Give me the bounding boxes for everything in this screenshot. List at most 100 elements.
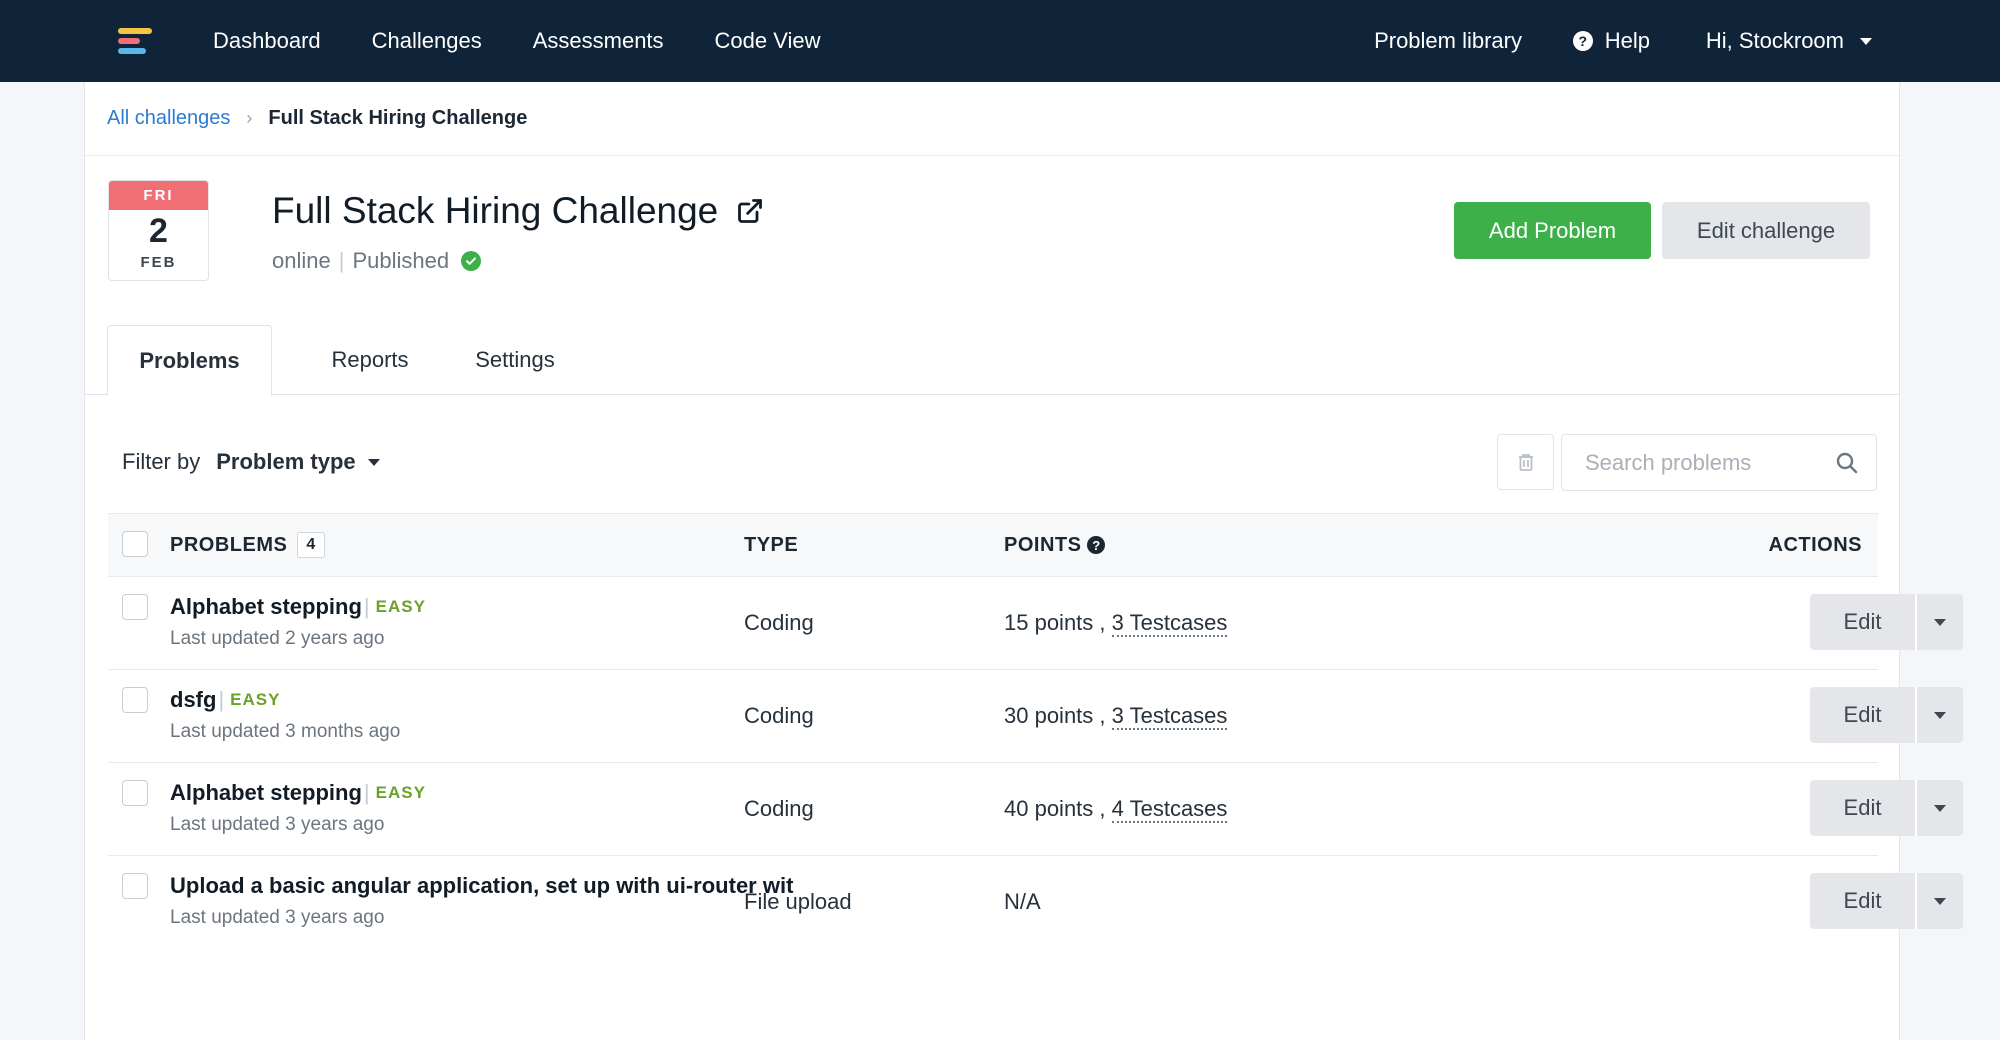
nav-problem-library[interactable]: Problem library [1374,28,1522,54]
last-updated: Last updated 3 years ago [170,907,385,928]
testcases-link[interactable]: 3 Testcases [1111,610,1228,637]
edit-button-group: Edit [1810,780,1963,836]
edit-button-group: Edit [1810,594,1963,650]
nav-assessments[interactable]: Assessments [533,28,664,54]
last-updated: Last updated 3 years ago [170,814,385,835]
date-number: 2 [149,212,168,250]
caret-down-icon [1933,618,1946,626]
help-label: Help [1604,28,1650,53]
caret-down-icon[interactable] [367,458,380,466]
edit-challenge-button[interactable]: Edit challenge [1662,202,1870,259]
problem-name[interactable]: dsfg | EASY [170,687,280,713]
caret-down-icon [1933,711,1946,719]
problem-name[interactable]: Alphabet stepping | EASY [170,780,426,806]
problem-type: Coding [744,610,814,635]
search-box [1561,434,1877,491]
difficulty-badge: EASY [375,597,426,616]
challenge-card: All challenges › Full Stack Hiring Chall… [84,82,1963,1040]
problem-points: 40 points , 4 Testcases [1004,796,1228,823]
problem-title[interactable]: Upload a basic angular application, set … [170,873,793,899]
problem-points: 30 points , 3 Testcases [1004,703,1228,730]
edit-button[interactable]: Edit [1810,780,1915,836]
testcases-link[interactable]: 4 Testcases [1111,796,1228,823]
date-day: FRI [109,181,208,210]
last-updated: Last updated 2 years ago [170,628,385,649]
main-nav: Dashboard Challenges Assessments Code Vi… [213,0,872,82]
header-problems: PROBLEMS 4 [170,514,325,576]
problem-type: Coding [744,703,814,728]
delete-button[interactable] [1497,434,1554,490]
edit-dropdown-toggle[interactable] [1915,687,1962,743]
help-icon[interactable]: ? [1087,536,1106,554]
search-icon[interactable] [1836,452,1858,474]
header-points: POINTS ? [1004,514,1106,576]
tab-reports[interactable]: Reports [300,325,440,395]
user-menu[interactable]: Hi, Stockroom [1706,28,1872,54]
row-checkbox[interactable] [122,873,148,899]
breadcrumb-all-challenges[interactable]: All challenges [107,107,230,130]
nav-dashboard[interactable]: Dashboard [213,28,321,54]
nav-code-view[interactable]: Code View [715,28,821,54]
last-updated: Last updated 3 months ago [170,721,401,742]
problem-type-dropdown[interactable]: Problem type [216,449,355,475]
problem-name[interactable]: Alphabet stepping | EASY [170,594,426,620]
edit-dropdown-toggle[interactable] [1915,780,1962,836]
tab-settings[interactable]: Settings [440,325,590,395]
challenge-title: Full Stack Hiring Challenge [272,190,719,231]
divider: | [363,594,370,619]
problem-points: 15 points , 3 Testcases [1004,610,1228,637]
row-checkbox[interactable] [122,594,148,620]
divider: | [338,248,345,273]
filter-label: Filter by [122,449,201,474]
problem-name[interactable]: Upload a basic angular application, set … [170,873,793,899]
problem-library-label: Problem library [1374,28,1522,53]
divider: | [363,780,370,805]
row-checkbox[interactable] [122,780,148,806]
edit-button[interactable]: Edit [1810,687,1915,743]
edit-button[interactable]: Edit [1810,594,1915,650]
chevron-down-icon [1860,37,1872,45]
logo-icon[interactable] [118,28,154,58]
page-title: Full Stack Hiring Challenge [272,190,764,232]
tab-problems[interactable]: Problems [107,325,272,396]
points-value: N/A [1004,889,1041,914]
trash-icon [1518,454,1533,471]
search-input[interactable] [1585,449,1815,476]
difficulty-badge: EASY [375,783,426,802]
chevron-right-icon: › [246,108,253,128]
problem-title[interactable]: Alphabet stepping [170,594,362,620]
problem-type: File upload [744,889,852,914]
problem-title[interactable]: Alphabet stepping [170,780,362,806]
table-row: dsfg | EASY Last updated 3 months ago Co… [108,670,1963,763]
edit-dropdown-toggle[interactable] [1915,594,1962,650]
external-link-icon[interactable] [736,197,764,225]
edit-button[interactable]: Edit [1810,873,1915,929]
row-checkbox[interactable] [122,687,148,713]
problem-title[interactable]: dsfg [170,687,216,713]
caret-down-icon [1933,897,1946,905]
header-problems-label: PROBLEMS [170,533,288,556]
date-badge: FRI 2 FEB [108,180,209,281]
filter-bar: Filter by Problem type [122,449,380,475]
nav-challenges[interactable]: Challenges [372,28,482,54]
breadcrumb: All challenges › Full Stack Hiring Chall… [85,82,1899,156]
tab-bar: Problems Reports Settings [85,325,1899,396]
add-problem-button[interactable]: Add Problem [1454,202,1651,259]
header-actions: ACTIONS [1768,533,1862,556]
points-value: 30 points , [1004,703,1112,728]
nav-help[interactable]: ? Help [1572,28,1650,54]
help-icon: ? [1572,31,1593,51]
header-points-label: POINTS [1004,533,1082,556]
challenge-mode: online [272,248,331,273]
divider: | [218,687,225,712]
edit-dropdown-toggle[interactable] [1915,873,1962,929]
select-all-checkbox[interactable] [122,531,148,557]
table-row: Alphabet stepping | EASY Last updated 3 … [108,763,1963,856]
top-navbar: Dashboard Challenges Assessments Code Vi… [0,0,2000,82]
table-header: PROBLEMS 4 TYPE POINTS ? ACTIONS [108,513,1878,577]
testcases-link[interactable]: 3 Testcases [1111,703,1228,730]
caret-down-icon [1933,804,1946,812]
table-row: Alphabet stepping | EASY Last updated 2 … [108,577,1963,670]
header-type: TYPE [744,533,799,556]
check-circle-icon [461,251,482,271]
